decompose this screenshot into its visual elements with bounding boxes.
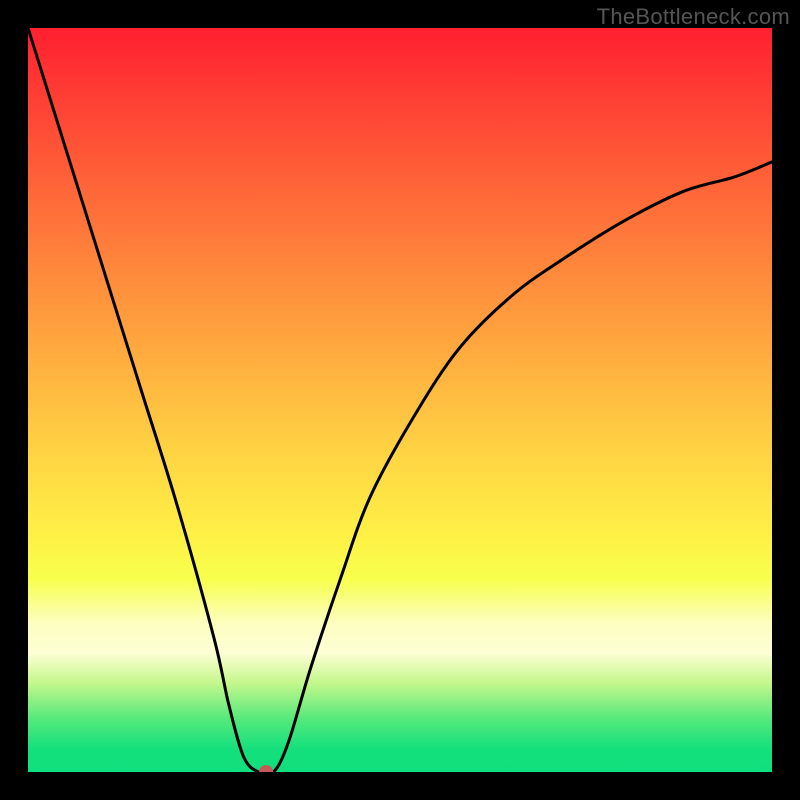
bottleneck-curve-path (28, 28, 772, 772)
curve-minimum-marker (259, 765, 273, 772)
watermark-text: TheBottleneck.com (597, 4, 790, 30)
chart-frame: TheBottleneck.com (0, 0, 800, 800)
bottleneck-curve-svg (28, 28, 772, 772)
